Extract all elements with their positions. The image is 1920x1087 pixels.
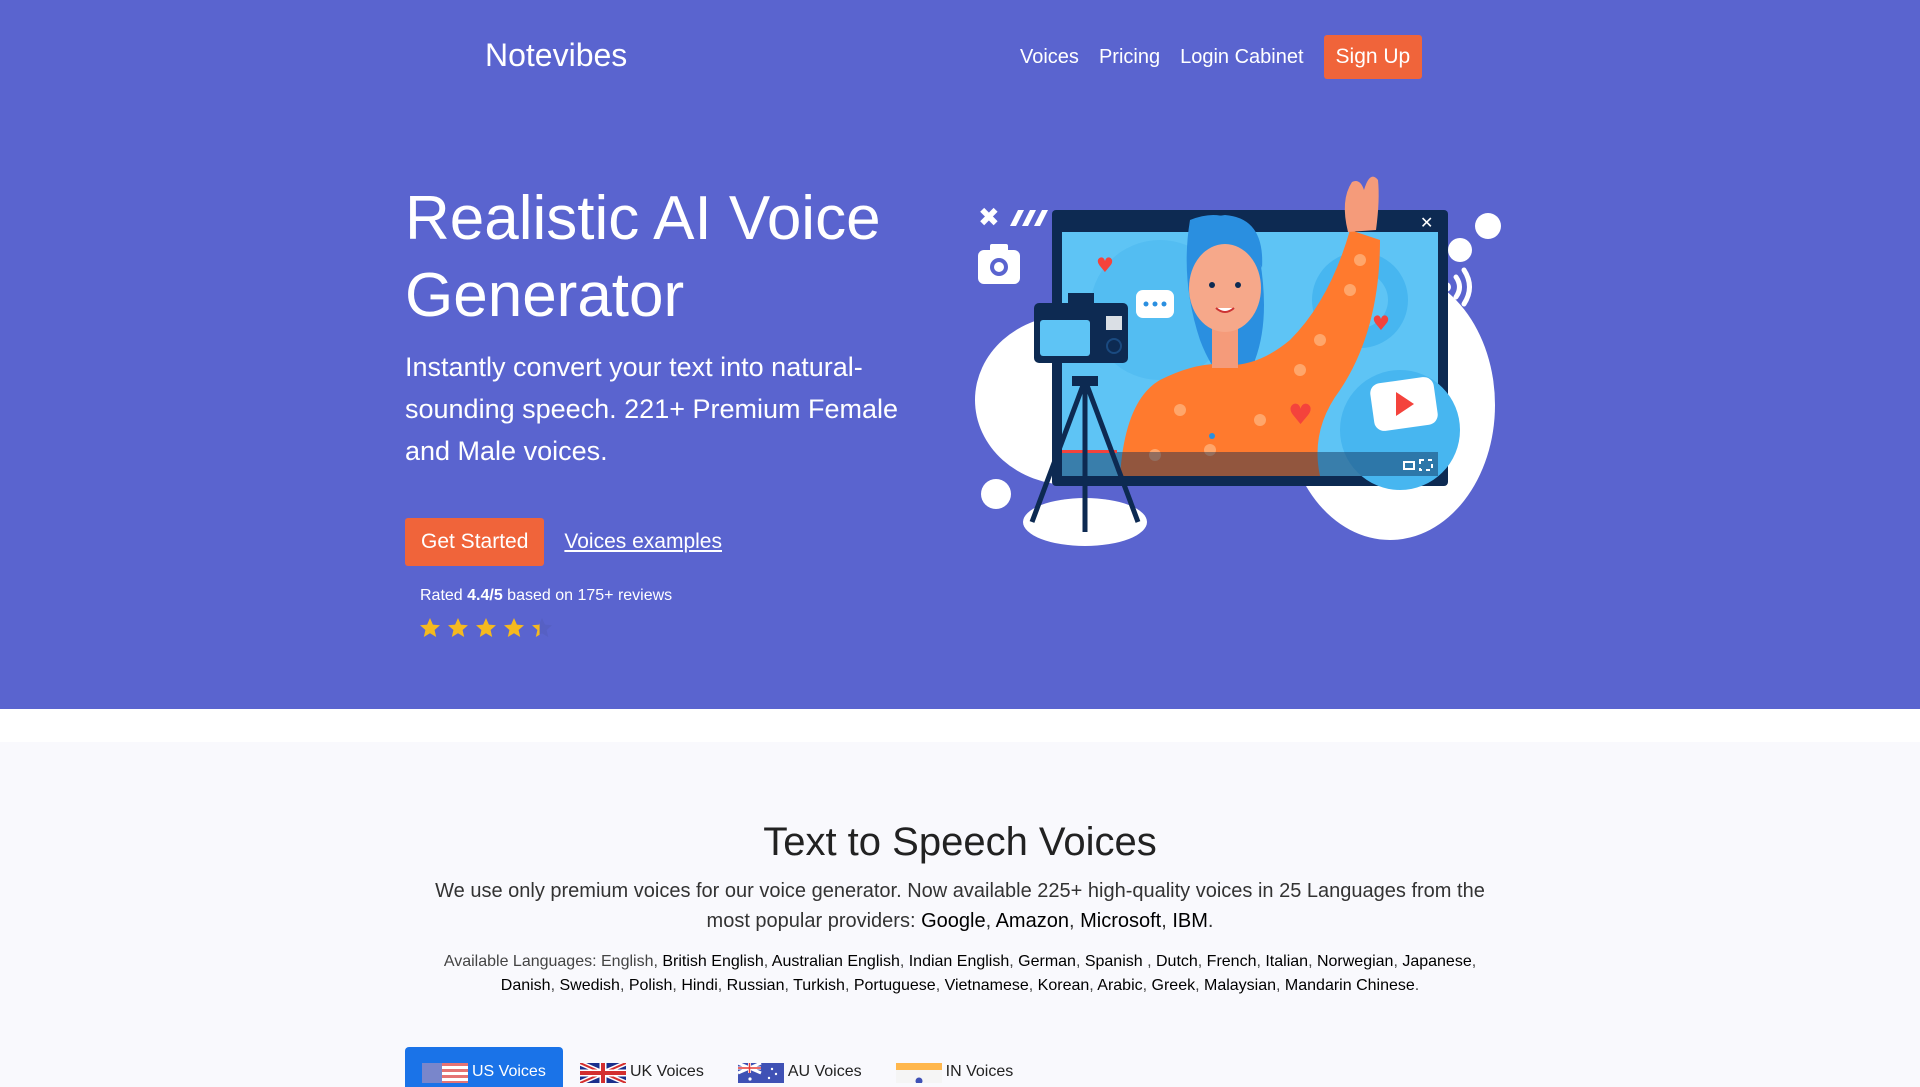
camera-icon [978,244,1020,284]
provider-microsoft: Microsoft [1080,910,1162,932]
provider-google: Google [921,910,986,932]
language-item: English [601,953,654,970]
brand-logo[interactable]: Notevibes [485,37,627,74]
star-icon [418,616,446,642]
language-item: Portuguese [853,977,936,994]
tab-au-voices[interactable]: AU Voices [721,1047,879,1087]
language-item: French [1206,953,1257,970]
languages-label: Available Languages: [443,953,601,970]
available-languages: Available Languages: English, British En… [443,953,1477,994]
tab-uk-voices[interactable]: UK Voices [563,1047,721,1087]
hero-title: Realistic AI Voice Generator [405,184,881,330]
provider-ibm: IBM [1172,910,1208,932]
language-item: British English [662,953,764,970]
language-item: Japanese [1402,953,1472,970]
tab-au-voices-label: AU Voices [787,1063,862,1080]
svg-text:♥: ♥ [1372,311,1390,335]
tab-us-voices-label: US Voices [472,1063,546,1080]
language-item: Korean [1037,977,1090,994]
language-item: Italian [1265,953,1309,970]
nav-links: Voices Pricing Login Cabinet Sign Up [1020,35,1423,79]
language-item: Dutch [1155,953,1198,970]
language-item: Danish [500,977,551,994]
language-item: Polish [628,977,673,994]
voice-region-tabs: US Voices UK Voices AU Voices IN Voices [405,1047,1030,1087]
language-item: Malaysian [1204,977,1277,994]
uk-flag-icon [580,1063,626,1083]
dot-mid-right [1448,238,1472,262]
navbar: Notevibes Voices Pricing Login Cabinet S… [0,0,1920,115]
nav-link-pricing[interactable]: Pricing [1099,35,1160,79]
rating-score: 4.4/5 [467,587,503,604]
tab-in-voices[interactable]: IN Voices [879,1047,1031,1087]
language-item: Spanish [1084,953,1148,970]
rating-text: Rated 4.4/5 based on 175+ reviews [420,587,672,605]
star-icon [502,616,530,642]
rating-stars [418,616,558,642]
tab-uk-voices-label: UK Voices [630,1063,704,1080]
play-button-icon [1370,377,1438,431]
language-item: Australian English [771,953,900,970]
language-item: Swedish [559,977,620,994]
language-item: Mandarin Chinese [1284,977,1415,994]
language-item: Norwegian [1316,953,1394,970]
chat-bubble-icon [1136,290,1174,318]
window-close-icon: ✕ [1420,213,1433,232]
language-item: German [1018,953,1076,970]
in-flag-icon [895,1063,942,1083]
rating-suffix: based on 175+ reviews [502,587,673,604]
divider-strip [0,709,1920,742]
language-item: Hindi [681,977,718,994]
provider-amazon: Amazon [995,910,1069,932]
dot-top-right [1475,213,1501,239]
language-item: Turkish [793,977,845,994]
us-flag-icon [422,1063,468,1083]
svg-text:♥: ♥ [1096,253,1114,277]
voices-examples-link[interactable]: Voices examples [564,530,722,554]
language-item: Vietnamese [944,977,1029,994]
au-flag-icon [737,1063,784,1083]
nav-link-login-cabinet[interactable]: Login Cabinet [1180,35,1303,79]
hero-illustration: ✖ ✕ ♥ ♥ ♥ [975,176,1501,546]
star-icon [530,616,558,642]
hero-subtitle: Instantly convert your text into natural… [405,352,899,466]
cta-row: Get Started Voices examples [405,518,722,566]
language-item: Greek [1151,977,1196,994]
star-icon [474,616,502,642]
svg-text:♥: ♥ [1288,398,1313,431]
rating-prefix: Rated [420,587,468,604]
dot-bottom-left [981,479,1011,509]
svg-text:✖: ✖ [978,203,1000,233]
voices-section-title: Text to Speech Voices [763,820,1157,864]
sign-up-button[interactable]: Sign Up [1323,35,1423,79]
language-item: Russian [726,977,785,994]
nav-link-voices[interactable]: Voices [1020,35,1079,79]
language-item: Indian English [908,953,1010,970]
tab-in-voices-label: IN Voices [945,1063,1014,1080]
tab-us-voices[interactable]: US Voices [405,1047,563,1087]
voices-description: We use only premium voices for our voice… [435,880,1485,932]
x-slashes-icon: ✖ [978,203,1048,233]
star-icon [446,616,474,642]
voices-section: Text to Speech Voices We use only premiu… [0,742,1920,1087]
hero-section: Notevibes Voices Pricing Login Cabinet S… [0,0,1920,709]
language-item: Arabic [1097,977,1143,994]
get-started-button[interactable]: Get Started [405,518,545,566]
